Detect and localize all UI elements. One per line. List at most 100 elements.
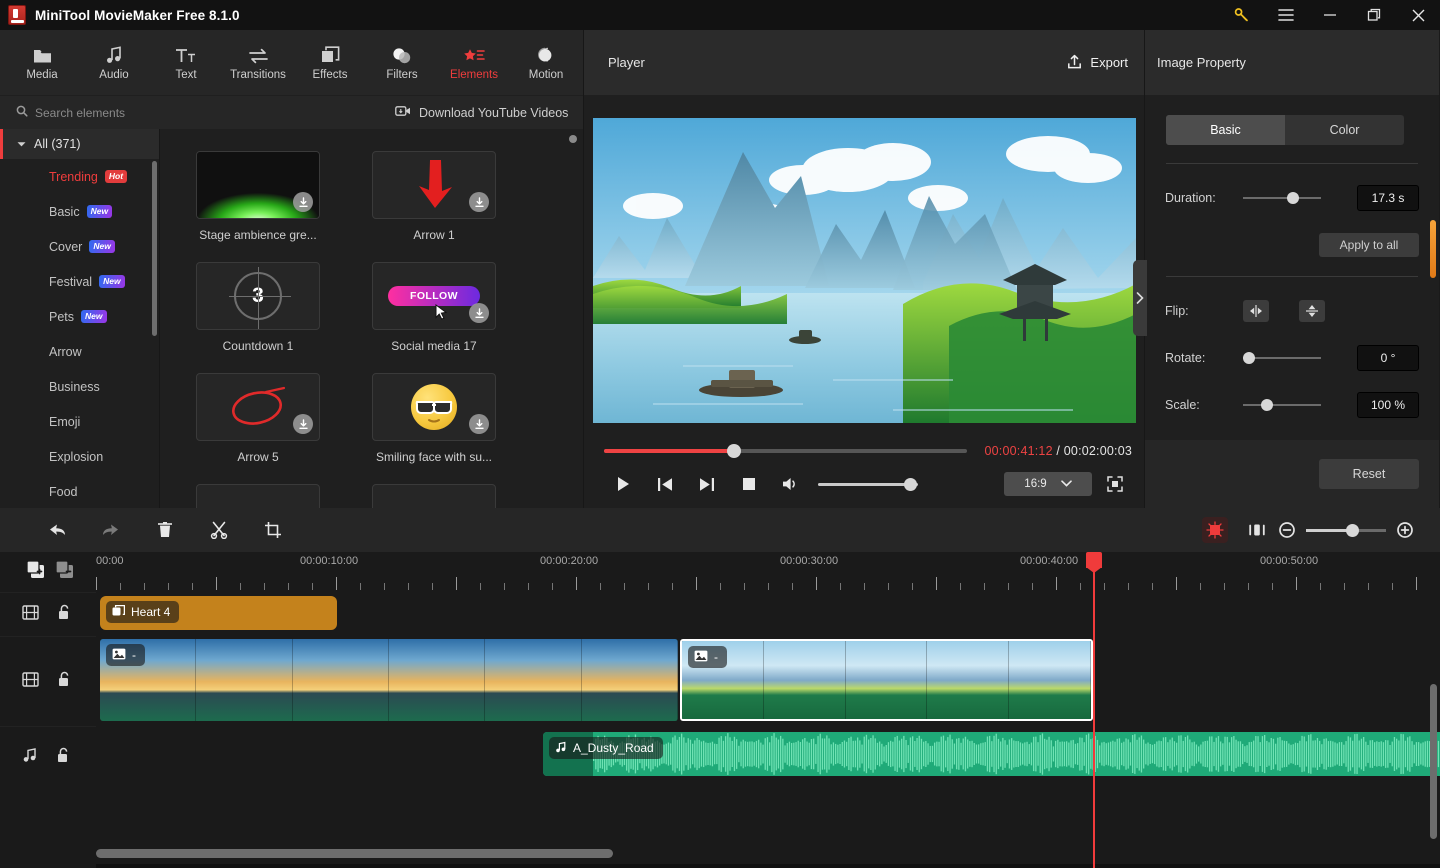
- unlocked-icon[interactable]: [57, 671, 71, 692]
- zoom-handle[interactable]: [1346, 523, 1359, 537]
- remove-track-icon[interactable]: [55, 560, 74, 584]
- timeline-clip-element[interactable]: Heart 4: [100, 596, 337, 630]
- fit-to-screen-icon[interactable]: [1242, 515, 1272, 545]
- element-card[interactable]: Arrow 1: [372, 151, 496, 242]
- search-input[interactable]: Search elements: [0, 105, 170, 120]
- unlocked-icon[interactable]: [56, 747, 70, 768]
- tab-media[interactable]: Media: [6, 30, 78, 95]
- add-track-icon[interactable]: [26, 560, 45, 584]
- zoom-slider[interactable]: [1306, 523, 1386, 537]
- tab-color[interactable]: Color: [1285, 115, 1404, 145]
- category-item-pets[interactable]: Pets New: [0, 299, 159, 334]
- minimize-icon[interactable]: [1308, 0, 1352, 30]
- track-lane-element[interactable]: Heart 4: [96, 592, 1440, 636]
- element-card[interactable]: [196, 484, 320, 508]
- category-item-explosion[interactable]: Explosion: [0, 439, 159, 474]
- category-item-arrow[interactable]: Arrow: [0, 334, 159, 369]
- delete-icon[interactable]: [138, 508, 192, 552]
- seek-handle[interactable]: [727, 444, 741, 458]
- redo-icon[interactable]: [84, 508, 138, 552]
- category-item-festival[interactable]: Festival New: [0, 264, 159, 299]
- tab-basic[interactable]: Basic: [1166, 115, 1285, 145]
- aspect-ratio-select[interactable]: 16:9: [1004, 472, 1092, 496]
- reset-button[interactable]: Reset: [1319, 459, 1419, 489]
- duration-handle[interactable]: [1287, 192, 1299, 204]
- scale-slider[interactable]: [1243, 399, 1321, 411]
- video-preview[interactable]: [592, 118, 1136, 423]
- grid-scrollbar[interactable]: [569, 135, 577, 143]
- playhead-handle[interactable]: [1086, 552, 1102, 573]
- volume-icon[interactable]: [770, 468, 812, 500]
- timeline-clip-video-selected[interactable]: -: [680, 639, 1093, 721]
- close-icon[interactable]: [1396, 0, 1440, 30]
- element-card[interactable]: Smiling face with su...: [372, 373, 496, 464]
- flip-horizontal-icon[interactable]: [1243, 300, 1269, 322]
- zoom-out-icon[interactable]: [1272, 515, 1302, 545]
- tab-effects[interactable]: Effects: [294, 30, 366, 95]
- download-icon[interactable]: [469, 192, 489, 212]
- download-icon[interactable]: [469, 303, 489, 323]
- rotate-value[interactable]: 0 °: [1357, 345, 1419, 371]
- hamburger-menu-icon[interactable]: [1264, 0, 1308, 30]
- element-card[interactable]: 3 Countdown 1: [196, 262, 320, 353]
- tab-audio[interactable]: Audio: [78, 30, 150, 95]
- volume-slider[interactable]: [818, 477, 918, 491]
- category-item-food[interactable]: Food: [0, 474, 159, 508]
- collapse-panel-button[interactable]: [1133, 260, 1147, 336]
- playhead[interactable]: [1086, 552, 1102, 868]
- track-lane-audio[interactable]: A_Dusty_Road: [96, 726, 1440, 788]
- download-youtube-videos-button[interactable]: Download YouTube Videos: [395, 105, 568, 120]
- play-icon[interactable]: [602, 468, 644, 500]
- element-card[interactable]: FOLLOW Social media 17: [372, 262, 496, 353]
- scale-handle[interactable]: [1261, 399, 1273, 411]
- rotate-handle[interactable]: [1243, 352, 1255, 364]
- timeline-clip-video[interactable]: -: [100, 639, 678, 721]
- fullscreen-icon[interactable]: [1098, 469, 1132, 499]
- element-thumbnail: FOLLOW: [372, 262, 496, 330]
- element-card[interactable]: Stage ambience gre...: [196, 151, 320, 242]
- seek-bar[interactable]: [604, 444, 967, 458]
- tab-transitions[interactable]: Transitions: [222, 30, 294, 95]
- element-card[interactable]: [372, 484, 496, 508]
- category-scrollbar[interactable]: [152, 161, 157, 336]
- flip-vertical-icon[interactable]: [1299, 300, 1325, 322]
- element-card[interactable]: Arrow 5: [196, 373, 320, 464]
- unlocked-icon[interactable]: [57, 604, 71, 625]
- split-icon[interactable]: [192, 508, 246, 552]
- category-item-cover[interactable]: Cover New: [0, 229, 159, 264]
- key-icon[interactable]: [1220, 0, 1264, 30]
- maximize-icon[interactable]: [1352, 0, 1396, 30]
- crop-icon[interactable]: [246, 508, 300, 552]
- duration-slider[interactable]: [1243, 192, 1321, 204]
- tab-text[interactable]: Text: [150, 30, 222, 95]
- volume-handle[interactable]: [904, 477, 917, 491]
- tab-filters[interactable]: Filters: [366, 30, 438, 95]
- duration-value[interactable]: 17.3 s: [1357, 185, 1419, 211]
- category-all[interactable]: All (371): [0, 129, 159, 159]
- zoom-in-icon[interactable]: [1390, 515, 1420, 545]
- property-scrollbar[interactable]: [1430, 220, 1436, 278]
- timeline-clip-audio[interactable]: A_Dusty_Road: [543, 732, 1440, 776]
- timeline-vertical-scrollbar[interactable]: [1430, 684, 1437, 839]
- download-icon[interactable]: [293, 192, 313, 212]
- next-frame-icon[interactable]: [686, 468, 728, 500]
- tab-elements[interactable]: Elements: [438, 30, 510, 95]
- tab-motion[interactable]: Motion: [510, 30, 582, 95]
- apply-to-all-button[interactable]: Apply to all: [1319, 233, 1419, 257]
- download-icon[interactable]: [293, 414, 313, 434]
- auto-split-icon[interactable]: [1202, 517, 1228, 543]
- category-item-trending[interactable]: Trending Hot: [0, 159, 159, 194]
- previous-frame-icon[interactable]: [644, 468, 686, 500]
- scale-value[interactable]: 100 %: [1357, 392, 1419, 418]
- timeline-horizontal-scrollbar[interactable]: [96, 849, 613, 858]
- download-icon[interactable]: [469, 414, 489, 434]
- export-button[interactable]: Export: [1067, 54, 1128, 72]
- stop-icon[interactable]: [728, 468, 770, 500]
- category-item-basic[interactable]: Basic New: [0, 194, 159, 229]
- category-item-emoji[interactable]: Emoji: [0, 404, 159, 439]
- undo-icon[interactable]: [30, 508, 84, 552]
- rotate-slider[interactable]: [1243, 352, 1321, 364]
- timeline-ruler[interactable]: 00:00 00:00:10:00 00:00:20:00 00:00:30:0…: [96, 552, 1440, 592]
- track-lane-video[interactable]: - -: [96, 636, 1440, 726]
- category-item-business[interactable]: Business: [0, 369, 159, 404]
